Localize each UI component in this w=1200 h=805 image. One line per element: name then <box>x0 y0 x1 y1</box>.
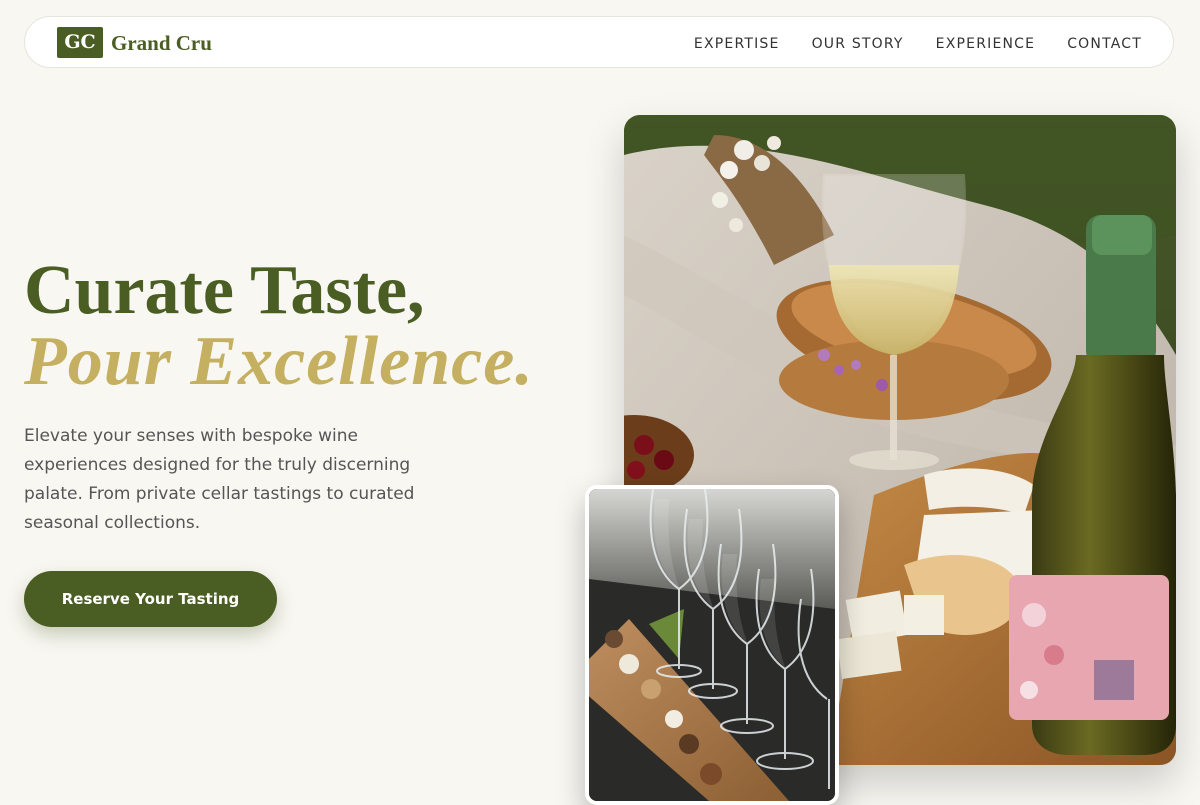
logo-badge[interactable]: GC <box>57 27 103 58</box>
hero-title-line2: Pour Excellence. <box>24 323 534 400</box>
nav-link-expertise[interactable]: EXPERTISE <box>694 34 780 54</box>
nav-link-experience[interactable]: EXPERIENCE <box>936 34 1036 54</box>
nav-link-our-story[interactable]: OUR STORY <box>812 34 904 54</box>
nav-link-contact[interactable]: CONTACT <box>1067 34 1142 54</box>
reserve-tasting-button[interactable]: Reserve Your Tasting <box>24 571 277 627</box>
nav-links: EXPERTISE OUR STORY EXPERIENCE CONTACT <box>694 34 1142 54</box>
top-navbar: GC Grand Cru EXPERTISE OUR STORY EXPERIE… <box>24 16 1174 68</box>
hero-description: Elevate your senses with bespoke wine ex… <box>24 426 415 533</box>
brand-name[interactable]: Grand Cru <box>111 30 212 56</box>
hero-title-line1: Curate Taste, <box>24 252 425 329</box>
tasting-flight-photo <box>585 485 839 805</box>
